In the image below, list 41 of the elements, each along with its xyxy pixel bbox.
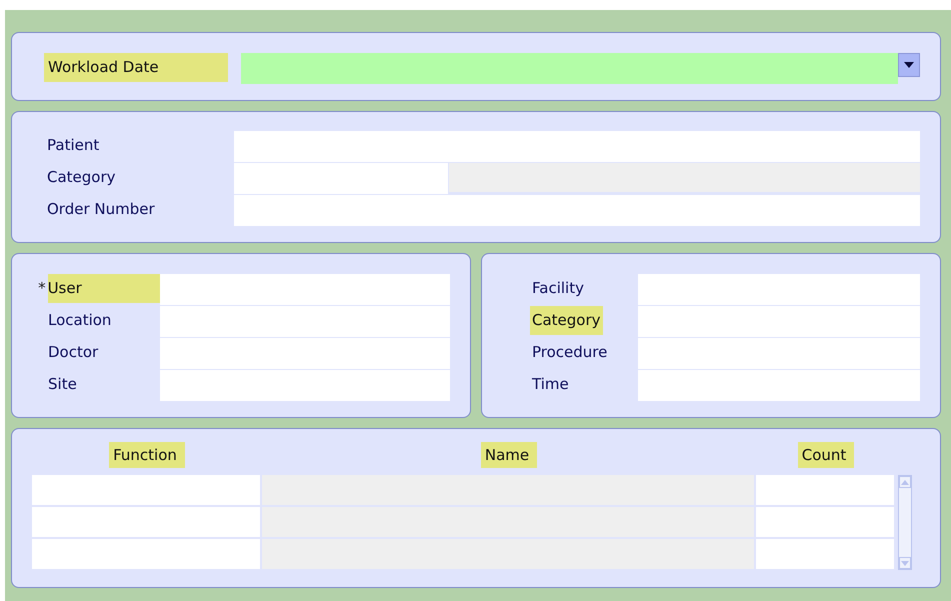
required-mark: *	[37, 278, 47, 299]
input-field[interactable]	[160, 370, 450, 401]
field-label: Order Number	[47, 199, 156, 220]
input-field[interactable]	[160, 306, 450, 337]
field-label: User	[48, 274, 160, 303]
scrollbar[interactable]	[898, 475, 912, 570]
field-label: Category	[530, 306, 603, 335]
field-label: Category	[47, 167, 117, 188]
up-arrow-icon	[901, 480, 909, 484]
column-header: Function	[109, 442, 185, 468]
input-field[interactable]	[160, 338, 450, 369]
field-label: Location	[48, 310, 112, 331]
input-field[interactable]	[234, 195, 920, 226]
input-field[interactable]	[160, 274, 450, 305]
field-label: Time	[531, 374, 570, 395]
table-cell[interactable]	[756, 539, 894, 569]
field-label: Workload Date	[44, 53, 228, 82]
date-field[interactable]	[241, 53, 898, 84]
table-cell[interactable]	[32, 539, 260, 569]
down-arrow-icon	[901, 560, 909, 566]
caret-icon	[904, 62, 914, 68]
field-label: Procedure	[531, 342, 608, 363]
column-header: Name	[480, 442, 538, 468]
scroll-down-button[interactable]	[899, 557, 911, 569]
field-label: Doctor	[48, 342, 100, 363]
scroll-up-button[interactable]	[899, 476, 911, 488]
table-cell[interactable]	[32, 507, 260, 537]
input-field[interactable]	[234, 131, 920, 162]
input-field[interactable]	[234, 163, 448, 194]
input-field[interactable]	[638, 338, 920, 369]
input-field[interactable]	[638, 370, 920, 401]
column-header: Count	[798, 442, 854, 468]
table-cell[interactable]	[756, 475, 894, 505]
dropdown-button[interactable]	[898, 53, 920, 77]
field-label: Facility	[531, 278, 585, 299]
input-field[interactable]	[638, 306, 920, 337]
field-label: Site	[48, 374, 78, 395]
field-label: Patient	[47, 135, 100, 156]
table-cell[interactable]	[756, 507, 894, 537]
table-cell[interactable]	[32, 475, 260, 505]
input-field[interactable]	[638, 274, 920, 305]
